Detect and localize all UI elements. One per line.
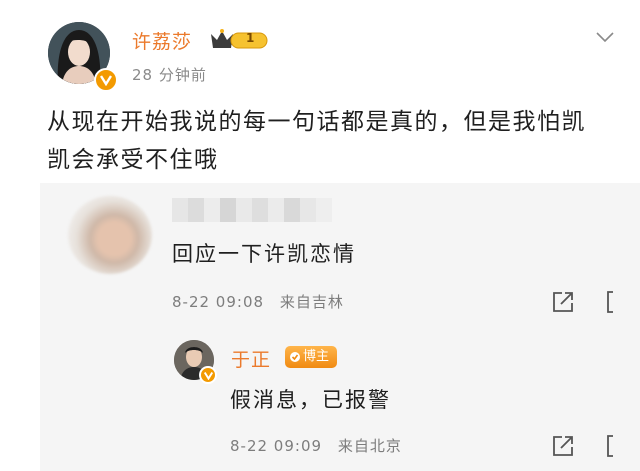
author-name[interactable]: 许荔莎 xyxy=(132,27,192,54)
blogger-badge: 博主 xyxy=(285,346,337,368)
verified-v-icon xyxy=(199,366,217,384)
crown-icon xyxy=(211,29,268,49)
vip-badge[interactable]: 1 xyxy=(209,28,271,52)
chevron-down-icon[interactable] xyxy=(594,29,616,43)
comment-meta: 8-22 09:08 来自吉林 xyxy=(172,291,344,312)
commenter-avatar[interactable] xyxy=(68,196,152,274)
verified-v-icon xyxy=(94,68,118,92)
share-icon[interactable] xyxy=(552,291,574,313)
comment-icon[interactable] xyxy=(606,291,614,313)
post-time: 28 分钟前 xyxy=(132,66,207,84)
comment-text: 回应一下许凯恋情 xyxy=(172,242,356,266)
reply-author-name[interactable]: 于正 xyxy=(231,345,271,372)
blogger-icon xyxy=(290,352,300,362)
share-icon[interactable] xyxy=(552,435,574,457)
reply-text: 假消息，已报警 xyxy=(230,388,391,412)
blogger-badge-label: 博主 xyxy=(303,349,330,364)
comment-icon[interactable] xyxy=(606,435,614,457)
comment-date: 8-22 09:08 xyxy=(172,293,265,311)
reply-meta: 8-22 09:09 来自北京 xyxy=(230,435,402,456)
post-text: 从现在开始我说的每一句话都是真的，但是我怕凯凯会承受不住哦 xyxy=(47,109,586,173)
commenter-name-mosaic xyxy=(172,198,332,222)
vip-level: 1 xyxy=(246,31,255,45)
reply-date: 8-22 09:09 xyxy=(230,437,323,455)
reply-location: 来自北京 xyxy=(337,437,402,455)
comment-location: 来自吉林 xyxy=(279,293,344,311)
